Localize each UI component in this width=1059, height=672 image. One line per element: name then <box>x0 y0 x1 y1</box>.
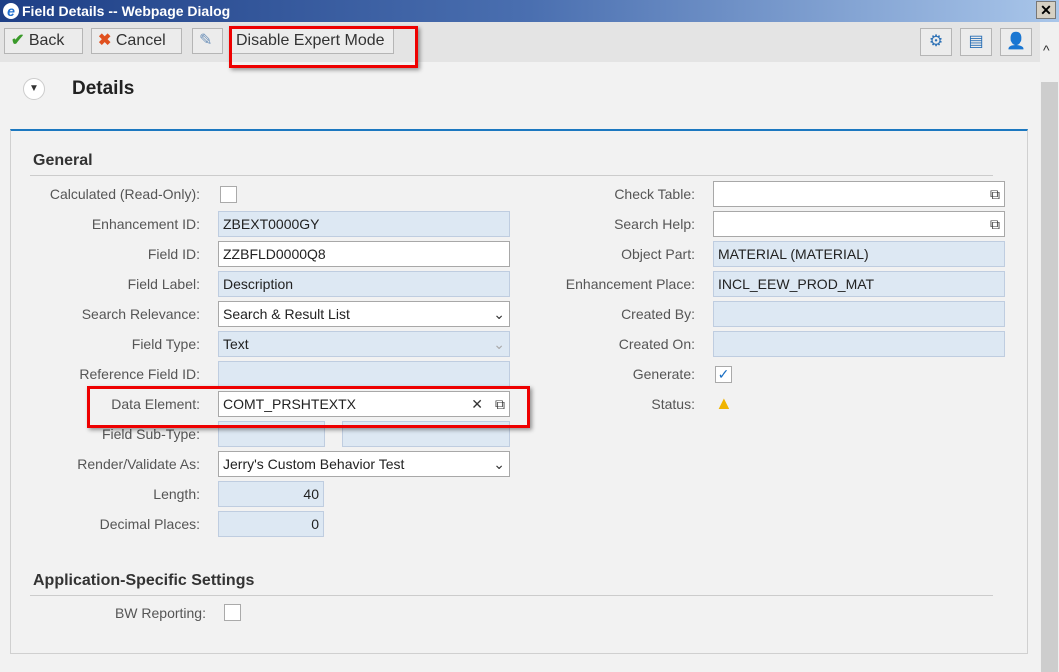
created-on-input <box>713 331 1005 357</box>
search-help-input[interactable]: ⧉ <box>713 211 1005 237</box>
page-title: Details <box>72 78 135 99</box>
field-id-value: ZZBFLD0000Q8 <box>223 246 326 262</box>
field-type-label: Field Type: <box>131 336 200 352</box>
divider <box>30 595 993 596</box>
value-help-icon[interactable]: ⧉ <box>990 182 1000 206</box>
cancel-button[interactable]: ✖ Cancel <box>91 28 182 54</box>
enhancement-place-input: INCL_EEW_PROD_MAT <box>713 271 1005 297</box>
check-icon: ✔ <box>11 32 25 49</box>
divider <box>30 175 993 176</box>
generate-label: Generate: <box>632 366 695 382</box>
window-title: Field Details -- Webpage Dialog <box>22 3 231 19</box>
scrollbar[interactable]: ^ <box>1040 22 1059 672</box>
scroll-thumb[interactable] <box>1041 82 1058 672</box>
field-label-value: Description <box>223 276 294 292</box>
bw-reporting-checkbox[interactable] <box>224 604 241 621</box>
enhancement-id-label: Enhancement ID: <box>91 216 200 232</box>
window-title-bar: e Field Details -- Webpage Dialog ✕ <box>0 0 1059 22</box>
ie-icon: e <box>3 3 19 19</box>
general-section-title: General <box>33 152 93 169</box>
generate-checkbox[interactable]: ✓ <box>715 366 732 383</box>
chevron-down-icon[interactable]: ⌄ <box>493 452 505 476</box>
created-by-label: Created By: <box>621 306 695 322</box>
highlight-box <box>87 386 530 428</box>
document-icon[interactable]: ▤ <box>960 28 992 56</box>
search-relevance-label: Search Relevance: <box>81 306 200 322</box>
object-part-label: Object Part: <box>621 246 695 262</box>
length-label: Length: <box>153 486 200 502</box>
app-settings-title: Application-Specific Settings <box>33 572 255 589</box>
object-part-value: MATERIAL (MATERIAL) <box>718 246 869 262</box>
highlight-box <box>229 26 418 68</box>
field-label-label: Field Label: <box>127 276 200 292</box>
toolbar: ✔ Back ✖ Cancel ✎ Disable Expert Mode ⚙ … <box>0 22 1040 62</box>
decimal-places-value: 0 <box>311 516 319 532</box>
bw-reporting-label: BW Reporting: <box>114 605 206 621</box>
created-by-input <box>713 301 1005 327</box>
user-settings-icon[interactable]: 👤 <box>1000 28 1032 56</box>
calculated-read-only-label: Calculated (Read-Only): <box>49 186 200 202</box>
scroll-up-icon[interactable]: ^ <box>1043 42 1050 58</box>
calculated-read-only-checkbox[interactable] <box>220 186 237 203</box>
render-validate-as-value: Jerry's Custom Behavior Test <box>223 456 405 472</box>
value-help-icon[interactable]: ⧉ <box>990 212 1000 236</box>
decimal-places-input: 0 <box>218 511 324 537</box>
reference-field-id-label: Reference Field ID: <box>79 366 200 382</box>
search-relevance-value: Search & Result List <box>223 306 350 322</box>
length-input: 40 <box>218 481 324 507</box>
render-validate-as-input[interactable]: Jerry's Custom Behavior Test ⌄ <box>218 451 510 477</box>
length-value: 40 <box>303 486 319 502</box>
render-validate-as-label: Render/Validate As: <box>77 456 200 472</box>
settings-icon[interactable]: ⚙ <box>920 28 952 56</box>
x-icon: ✖ <box>98 32 112 49</box>
object-part-input: MATERIAL (MATERIAL) <box>713 241 1005 267</box>
check-table-label: Check Table: <box>614 186 695 202</box>
decimal-places-label: Decimal Places: <box>99 516 200 532</box>
back-button[interactable]: ✔ Back <box>4 28 83 54</box>
collapse-icon[interactable]: ▼ <box>23 78 45 100</box>
created-on-label: Created On: <box>618 336 695 352</box>
check-table-input[interactable]: ⧉ <box>713 181 1005 207</box>
field-id-label: Field ID: <box>147 246 200 262</box>
search-help-label: Search Help: <box>614 216 695 232</box>
enhancement-place-value: INCL_EEW_PROD_MAT <box>718 276 875 292</box>
close-window-button[interactable]: ✕ <box>1036 1 1056 19</box>
edit-icon[interactable]: ✎ <box>192 28 223 54</box>
field-type-value: Text <box>223 336 249 352</box>
warning-icon: ▲ <box>715 393 733 413</box>
enhancement-place-label: Enhancement Place: <box>565 276 695 292</box>
enhancement-id-value: ZBEXT0000GY <box>223 216 320 232</box>
